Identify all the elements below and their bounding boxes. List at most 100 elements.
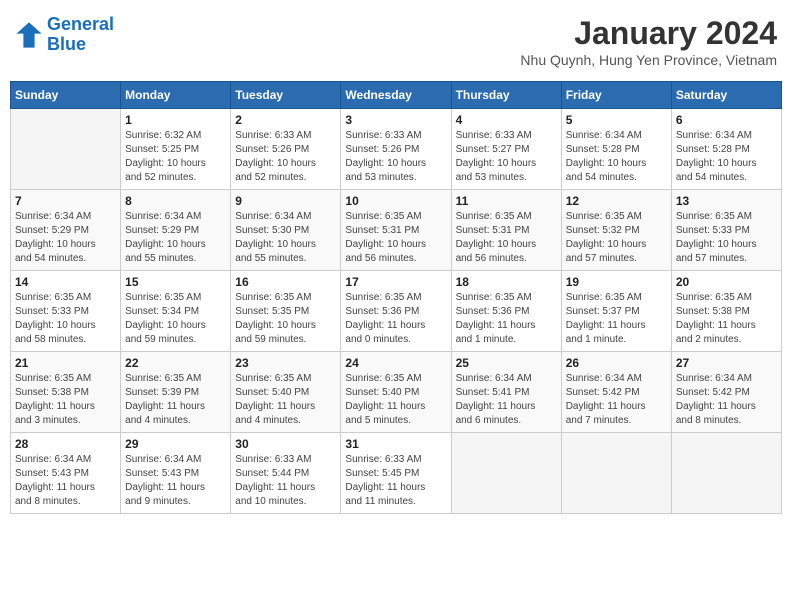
day-info: Sunrise: 6:35 AM [125,372,226,386]
day-info: Daylight: 10 hours [456,238,557,252]
day-number: 11 [456,194,557,208]
weekday-header: Thursday [451,82,561,109]
day-info: and 11 minutes. [345,495,446,509]
calendar-cell [11,109,121,190]
day-info: Sunrise: 6:35 AM [345,210,446,224]
day-info: Daylight: 11 hours [345,481,446,495]
day-info: Sunset: 5:28 PM [566,143,667,157]
day-info: Sunrise: 6:33 AM [345,453,446,467]
weekday-header: Wednesday [341,82,451,109]
day-number: 28 [15,437,116,451]
calendar-cell: 19Sunrise: 6:35 AMSunset: 5:37 PMDayligh… [561,271,671,352]
day-info: Sunset: 5:34 PM [125,305,226,319]
day-info: Sunset: 5:31 PM [456,224,557,238]
calendar-cell: 1Sunrise: 6:32 AMSunset: 5:25 PMDaylight… [121,109,231,190]
day-info: and 52 minutes. [235,171,336,185]
day-info: Sunset: 5:25 PM [125,143,226,157]
day-info: Sunset: 5:45 PM [345,467,446,481]
day-info: Daylight: 10 hours [456,157,557,171]
day-info: Sunrise: 6:34 AM [235,210,336,224]
day-info: Daylight: 10 hours [676,157,777,171]
calendar-cell: 25Sunrise: 6:34 AMSunset: 5:41 PMDayligh… [451,352,561,433]
day-info: Sunset: 5:31 PM [345,224,446,238]
calendar-cell: 24Sunrise: 6:35 AMSunset: 5:40 PMDayligh… [341,352,451,433]
day-number: 22 [125,356,226,370]
day-info: Daylight: 10 hours [125,157,226,171]
day-info: and 54 minutes. [566,171,667,185]
day-info: Daylight: 10 hours [566,238,667,252]
day-info: Sunrise: 6:35 AM [235,291,336,305]
day-info: Daylight: 10 hours [125,238,226,252]
calendar-week-row: 1Sunrise: 6:32 AMSunset: 5:25 PMDaylight… [11,109,782,190]
day-info: Daylight: 10 hours [15,319,116,333]
calendar-table: SundayMondayTuesdayWednesdayThursdayFrid… [10,81,782,514]
day-info: Sunrise: 6:35 AM [456,210,557,224]
day-info: and 9 minutes. [125,495,226,509]
day-number: 2 [235,113,336,127]
day-info: Sunset: 5:32 PM [566,224,667,238]
day-number: 31 [345,437,446,451]
day-info: and 1 minute. [566,333,667,347]
day-info: Sunset: 5:44 PM [235,467,336,481]
day-info: and 10 minutes. [235,495,336,509]
calendar-cell: 4Sunrise: 6:33 AMSunset: 5:27 PMDaylight… [451,109,561,190]
day-info: Daylight: 11 hours [566,319,667,333]
day-info: Sunset: 5:41 PM [456,386,557,400]
day-info: Sunrise: 6:33 AM [345,129,446,143]
day-info: Daylight: 11 hours [125,481,226,495]
day-info: Daylight: 10 hours [15,238,116,252]
day-info: and 59 minutes. [125,333,226,347]
weekday-header: Friday [561,82,671,109]
day-number: 9 [235,194,336,208]
day-info: Daylight: 10 hours [235,319,336,333]
day-info: Sunrise: 6:35 AM [566,210,667,224]
day-number: 20 [676,275,777,289]
month-title: January 2024 [520,15,777,52]
day-number: 13 [676,194,777,208]
day-info: and 8 minutes. [15,495,116,509]
day-info: and 59 minutes. [235,333,336,347]
day-info: Daylight: 11 hours [345,319,446,333]
day-info: Sunrise: 6:32 AM [125,129,226,143]
day-number: 24 [345,356,446,370]
day-info: and 55 minutes. [125,252,226,266]
day-info: Sunset: 5:37 PM [566,305,667,319]
day-info: Sunset: 5:40 PM [235,386,336,400]
day-info: and 6 minutes. [456,414,557,428]
day-info: Daylight: 10 hours [345,157,446,171]
day-number: 25 [456,356,557,370]
day-info: and 57 minutes. [676,252,777,266]
day-info: Daylight: 10 hours [125,319,226,333]
day-info: Sunrise: 6:34 AM [125,210,226,224]
calendar-cell: 26Sunrise: 6:34 AMSunset: 5:42 PMDayligh… [561,352,671,433]
day-info: Sunset: 5:26 PM [235,143,336,157]
day-number: 30 [235,437,336,451]
day-info: and 57 minutes. [566,252,667,266]
location-subtitle: Nhu Quynh, Hung Yen Province, Vietnam [520,52,777,68]
day-info: Sunrise: 6:35 AM [676,210,777,224]
calendar-cell: 28Sunrise: 6:34 AMSunset: 5:43 PMDayligh… [11,433,121,514]
day-info: Sunrise: 6:34 AM [676,372,777,386]
day-number: 8 [125,194,226,208]
day-number: 29 [125,437,226,451]
day-number: 16 [235,275,336,289]
day-info: and 56 minutes. [456,252,557,266]
calendar-cell: 30Sunrise: 6:33 AMSunset: 5:44 PMDayligh… [231,433,341,514]
calendar-cell: 29Sunrise: 6:34 AMSunset: 5:43 PMDayligh… [121,433,231,514]
day-info: Sunset: 5:27 PM [456,143,557,157]
calendar-cell: 23Sunrise: 6:35 AMSunset: 5:40 PMDayligh… [231,352,341,433]
day-info: and 1 minute. [456,333,557,347]
day-number: 7 [15,194,116,208]
day-info: Daylight: 10 hours [676,238,777,252]
day-info: Sunset: 5:36 PM [456,305,557,319]
calendar-week-row: 28Sunrise: 6:34 AMSunset: 5:43 PMDayligh… [11,433,782,514]
day-number: 12 [566,194,667,208]
calendar-cell: 20Sunrise: 6:35 AMSunset: 5:38 PMDayligh… [671,271,781,352]
day-info: Sunset: 5:33 PM [15,305,116,319]
day-info: Daylight: 11 hours [566,400,667,414]
day-info: Sunrise: 6:35 AM [235,372,336,386]
day-number: 19 [566,275,667,289]
weekday-header-row: SundayMondayTuesdayWednesdayThursdayFrid… [11,82,782,109]
calendar-cell: 22Sunrise: 6:35 AMSunset: 5:39 PMDayligh… [121,352,231,433]
day-number: 5 [566,113,667,127]
